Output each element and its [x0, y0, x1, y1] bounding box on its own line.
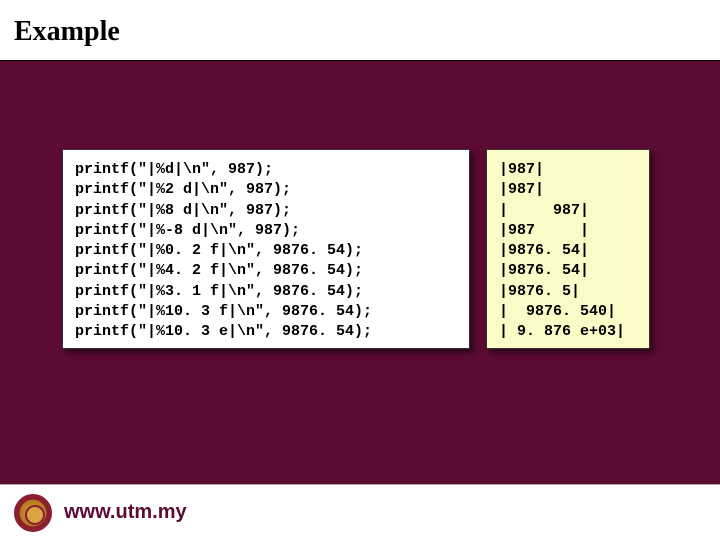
footer-url: www.utm.my	[64, 501, 187, 524]
slide-content: printf("|%d|\n", 987); printf("|%2 d|\n"…	[0, 61, 720, 421]
code-line: printf("|%3. 1 f|\n", 9876. 54);	[75, 283, 363, 300]
slide-footer: www.utm.my	[0, 484, 720, 540]
output-line: |9876. 54|	[499, 262, 589, 279]
code-line: printf("|%10. 3 f|\n", 9876. 54);	[75, 303, 372, 320]
output-line: |9876. 5|	[499, 283, 580, 300]
code-line: printf("|%2 d|\n", 987);	[75, 181, 291, 198]
output-panel: |987| |987| | 987| |987 | |9876. 54| |98…	[486, 149, 650, 349]
output-line: |987|	[499, 161, 544, 178]
slide-header: Example	[0, 0, 720, 61]
output-line: |9876. 54|	[499, 242, 589, 259]
code-line: printf("|%d|\n", 987);	[75, 161, 273, 178]
code-line: printf("|%0. 2 f|\n", 9876. 54);	[75, 242, 363, 259]
output-line: |987 |	[499, 222, 589, 239]
output-line: |987|	[499, 181, 544, 198]
code-line: printf("|%-8 d|\n", 987);	[75, 222, 300, 239]
utm-logo-icon	[14, 494, 52, 532]
code-panel: printf("|%d|\n", 987); printf("|%2 d|\n"…	[62, 149, 470, 349]
slide-title: Example	[14, 16, 706, 48]
code-line: printf("|%10. 3 e|\n", 9876. 54);	[75, 323, 372, 340]
output-line: | 9. 876 e+03|	[499, 323, 625, 340]
output-line: | 987|	[499, 202, 589, 219]
output-line: | 9876. 540|	[499, 303, 616, 320]
code-line: printf("|%8 d|\n", 987);	[75, 202, 291, 219]
code-line: printf("|%4. 2 f|\n", 9876. 54);	[75, 262, 363, 279]
